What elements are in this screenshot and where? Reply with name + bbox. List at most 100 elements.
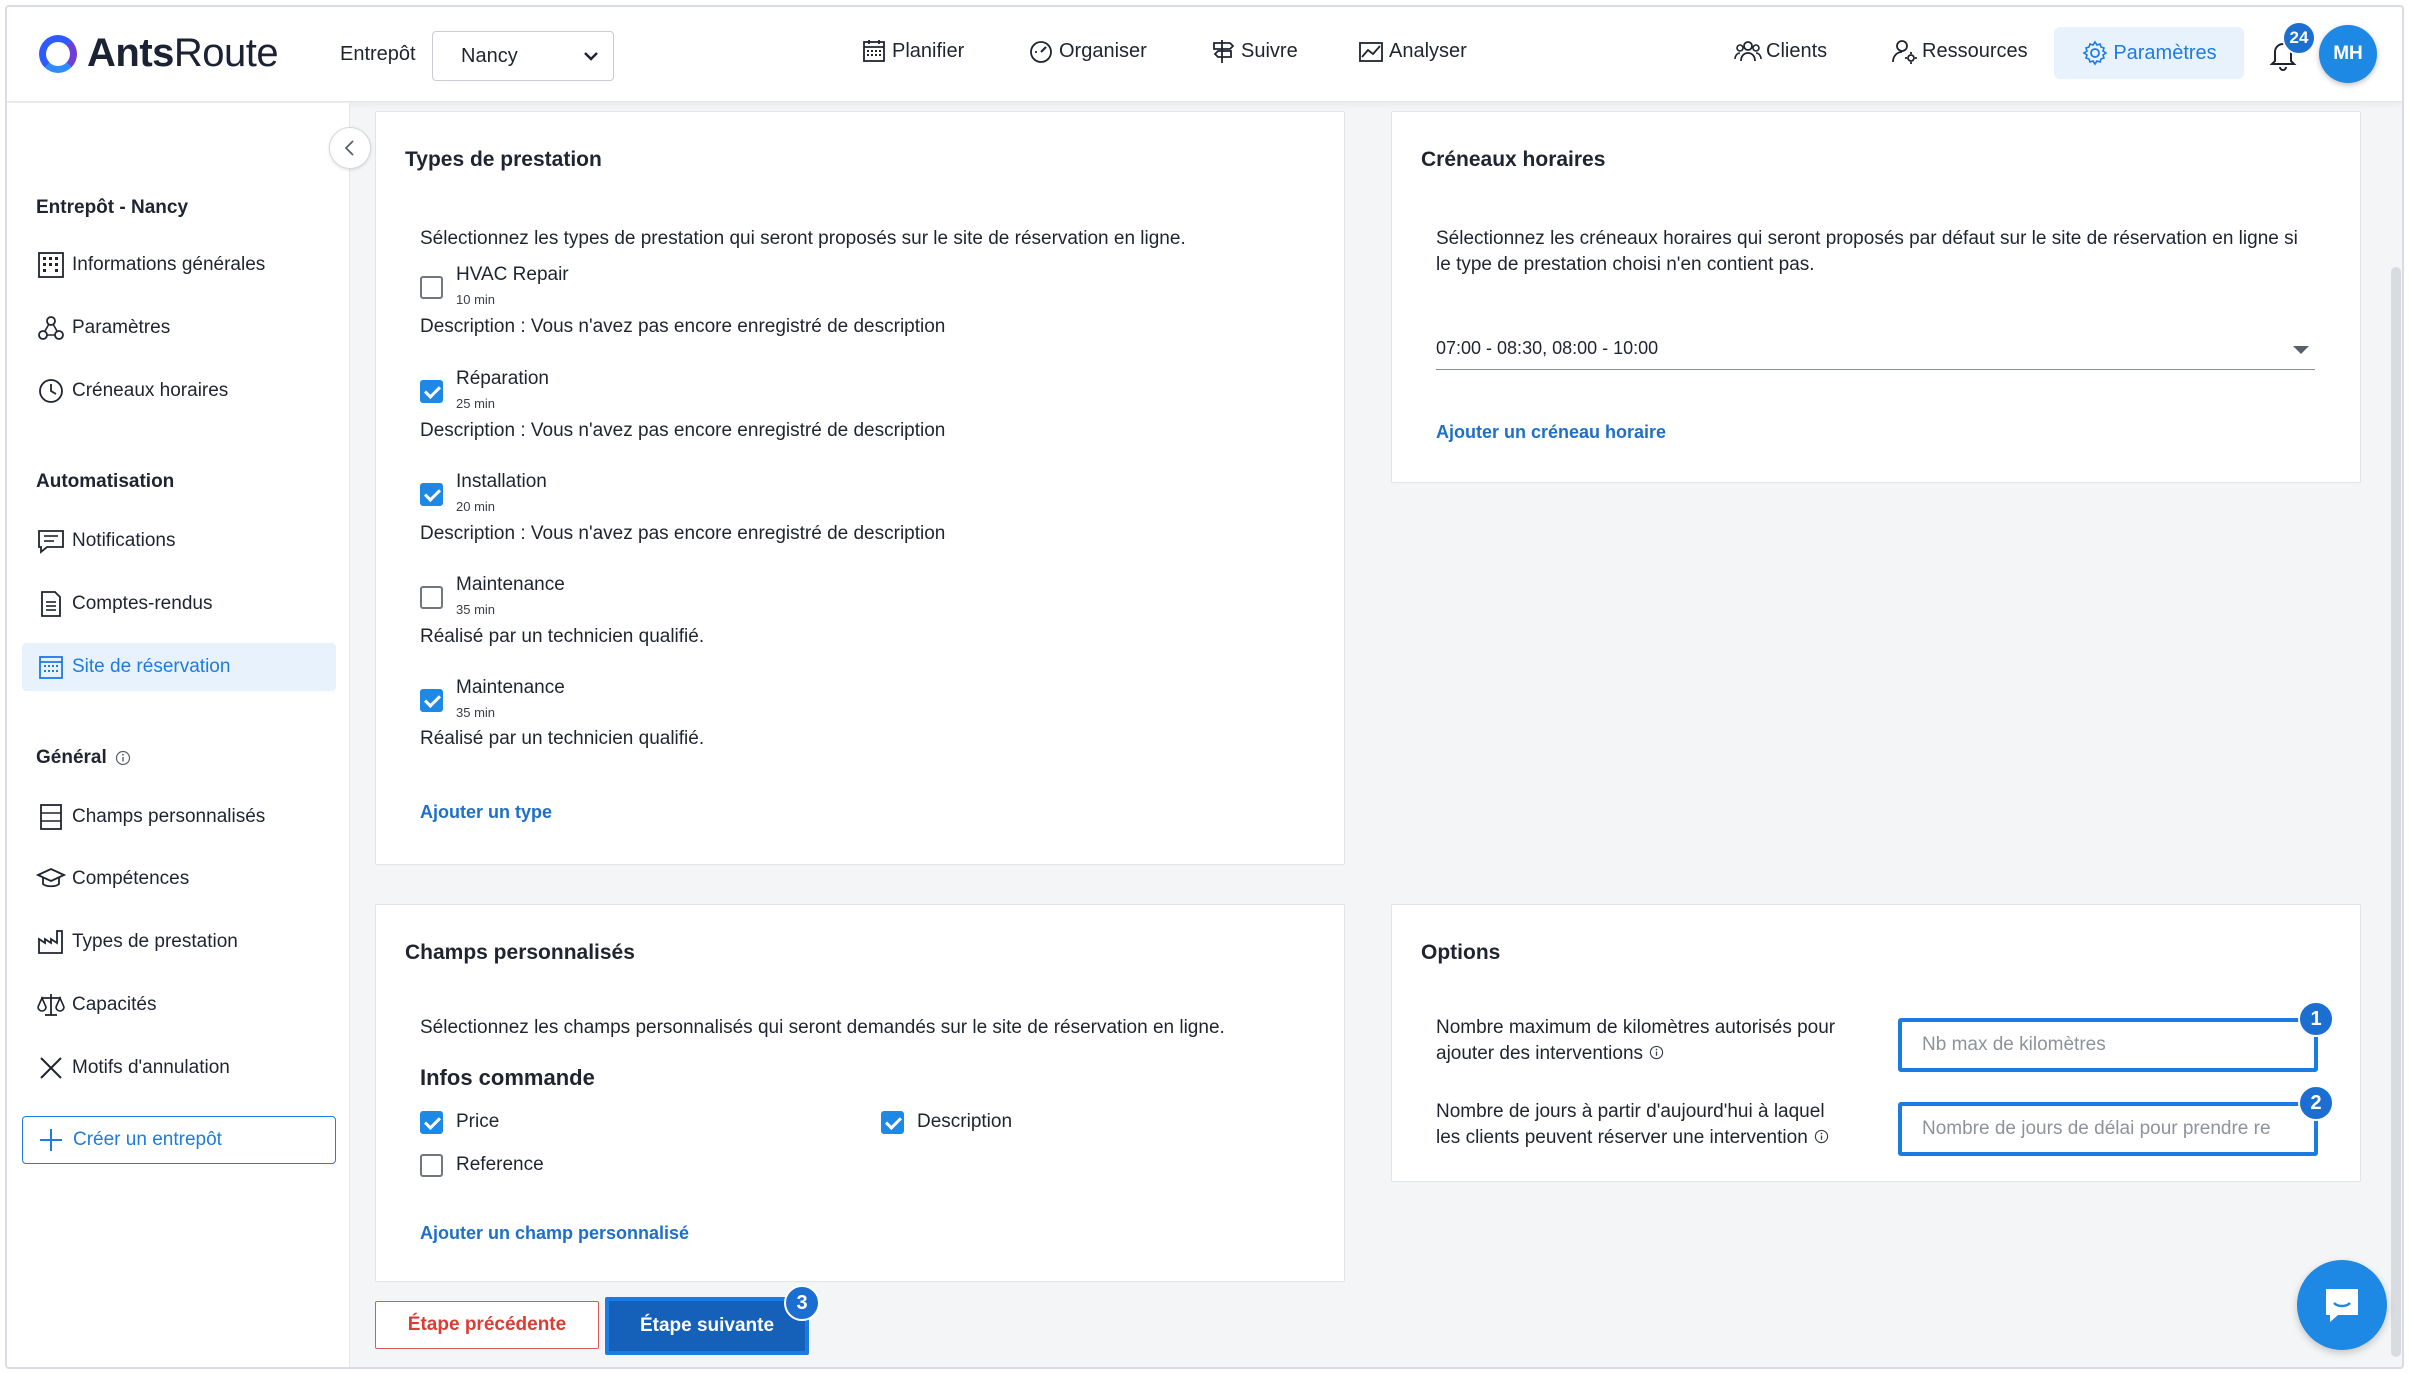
sidebar-item-label: Comptes-rendus xyxy=(72,593,213,614)
service-checkbox-maintenance-1[interactable] xyxy=(420,586,443,609)
collapse-sidebar-button[interactable] xyxy=(329,127,371,169)
nav-label: Suivre xyxy=(1241,39,1298,62)
service-name: Réparation xyxy=(456,368,549,389)
chat-icon xyxy=(2326,1289,2358,1322)
max-km-input[interactable] xyxy=(1898,1018,2318,1072)
field-checkbox-description[interactable] xyxy=(881,1111,904,1134)
sidebar-item-capacities[interactable]: Capacités xyxy=(22,981,336,1029)
chat-button[interactable] xyxy=(2297,1260,2387,1350)
sidebar-item-skills[interactable]: Compétences xyxy=(22,855,336,903)
next-step-button[interactable]: Étape suivante xyxy=(605,1297,809,1355)
service-checkbox-installation[interactable] xyxy=(420,483,443,506)
sidebar-item-label: Types de prestation xyxy=(72,931,238,952)
sidebar-item-booking-site[interactable]: Site de réservation xyxy=(22,643,336,691)
app-window: AntsRoute Entrepôt Nancy Planifier Organ… xyxy=(5,5,2404,1369)
field-checkbox-reference[interactable] xyxy=(420,1154,443,1177)
step-badge-1: 1 xyxy=(2298,1001,2334,1037)
service-duration: 20 min xyxy=(456,499,496,514)
nav-planifier[interactable]: Planifier xyxy=(860,37,964,65)
info-icon[interactable] xyxy=(115,750,131,766)
chevron-down-icon xyxy=(584,52,598,61)
top-bar: AntsRoute Entrepôt Nancy Planifier Organ… xyxy=(7,7,2402,102)
sidebar-item-reports[interactable]: Comptes-rendus xyxy=(22,580,336,628)
scale-icon xyxy=(37,994,65,1016)
nav-clients[interactable]: Clients xyxy=(1734,37,1827,65)
field-checkbox-price[interactable] xyxy=(420,1111,443,1134)
dropdown-arrow-icon xyxy=(2293,346,2309,354)
time-slots-card: Créneaux horaires Sélectionnez les créne… xyxy=(1391,111,2361,483)
step-badge-3: 3 xyxy=(784,1285,820,1321)
gear-icon xyxy=(2082,40,2108,66)
field-label: Price xyxy=(456,1111,500,1132)
service-description: Réalisé par un technicien qualifié. xyxy=(420,728,705,749)
sidebar-item-label: Paramètres xyxy=(72,317,171,338)
nav-label: Analyser xyxy=(1389,39,1467,62)
sidebar-item-label: Site de réservation xyxy=(72,656,231,677)
booking-days-label-line: Nombre de jours à partir d'aujourd'hui à… xyxy=(1436,1101,1825,1122)
time-slots-select[interactable]: 07:00 - 08:30, 08:00 - 10:00 xyxy=(1436,330,2315,370)
nav-suivre[interactable]: Suivre xyxy=(1209,37,1298,65)
add-time-slot-link[interactable]: Ajouter un créneau horaire xyxy=(1436,422,1666,443)
service-description: Description : Vous n'avez pas encore enr… xyxy=(420,420,946,441)
info-icon[interactable] xyxy=(1814,1129,1829,1144)
nav-label: Organiser xyxy=(1059,39,1147,62)
service-name: Maintenance xyxy=(456,574,565,595)
sidebar-item-general-info[interactable]: Informations générales xyxy=(22,241,336,289)
nav-analyser[interactable]: Analyser xyxy=(1357,37,1467,65)
service-duration: 10 min xyxy=(456,292,496,307)
service-description: Réalisé par un technicien qualifié. xyxy=(420,626,705,647)
field-label: Description xyxy=(917,1111,1013,1132)
nav-label: Clients xyxy=(1766,39,1828,62)
resource-icon xyxy=(1892,40,1917,64)
add-custom-field-link[interactable]: Ajouter un champ personnalisé xyxy=(420,1223,689,1244)
warehouse-select[interactable]: Nancy xyxy=(432,31,614,81)
network-icon xyxy=(38,316,64,340)
notification-badge: 24 xyxy=(2282,21,2316,55)
service-checkbox-maintenance-2[interactable] xyxy=(420,689,443,712)
service-types-card: Types de prestation Sélectionnez les typ… xyxy=(375,111,1345,865)
users-icon xyxy=(1734,41,1762,62)
avatar[interactable]: MH xyxy=(2319,25,2377,83)
app-logo[interactable]: AntsRoute xyxy=(39,31,279,76)
custom-fields-group-title: Infos commande xyxy=(420,1065,595,1090)
sidebar-item-notifications[interactable]: Notifications xyxy=(22,517,336,565)
service-description: Description : Vous n'avez pas encore enr… xyxy=(420,316,946,337)
logo-mark-icon xyxy=(39,34,77,73)
sidebar-item-service-types[interactable]: Types de prestation xyxy=(22,918,336,966)
chevron-left-icon xyxy=(344,140,354,156)
sidebar-item-custom-fields[interactable]: Champs personnalisés xyxy=(22,793,336,841)
max-km-label: Nombre maximum de kilomètres autorisés p… xyxy=(1436,1015,1835,1067)
info-icon[interactable] xyxy=(1649,1045,1664,1060)
clock-icon xyxy=(39,379,63,403)
service-name: Installation xyxy=(456,471,547,492)
nav-organiser[interactable]: Organiser xyxy=(1027,37,1147,65)
scrollbar[interactable] xyxy=(2391,267,2401,1357)
add-service-type-link[interactable]: Ajouter un type xyxy=(420,802,552,823)
list-icon xyxy=(40,804,62,830)
graduation-cap-icon xyxy=(36,868,66,888)
nav-ressources[interactable]: Ressources xyxy=(1890,37,2028,65)
sidebar-item-label: Informations générales xyxy=(72,254,266,275)
card-title: Créneaux horaires xyxy=(1421,148,1606,171)
booking-days-input[interactable] xyxy=(1898,1102,2318,1156)
sidebar-item-time-slots[interactable]: Créneaux horaires xyxy=(22,367,336,415)
previous-step-button[interactable]: Étape précédente xyxy=(375,1301,599,1349)
service-checkbox-hvac[interactable] xyxy=(420,276,443,299)
service-checkbox-reparation[interactable] xyxy=(420,380,443,403)
create-warehouse-button[interactable]: Créer un entrepôt xyxy=(22,1116,336,1164)
card-title: Types de prestation xyxy=(405,148,602,171)
sidebar-item-parametres[interactable]: Paramètres xyxy=(22,304,336,352)
sidebar-item-label: Capacités xyxy=(72,994,157,1015)
document-icon xyxy=(41,591,61,617)
sidebar-item-cancel-reasons[interactable]: Motifs d'annulation xyxy=(22,1044,336,1092)
sidebar-section-automation: Automatisation xyxy=(36,471,175,492)
nav-parametres[interactable]: Paramètres xyxy=(2054,27,2244,79)
service-duration: 25 min xyxy=(456,396,496,411)
nav-label: Ressources xyxy=(1922,39,2028,62)
sidebar-section-warehouse: Entrepôt - Nancy xyxy=(36,197,189,218)
sidebar-section-general: Général xyxy=(36,747,131,769)
sidebar-item-label: Champs personnalisés xyxy=(72,806,266,827)
service-name: Maintenance xyxy=(456,677,565,698)
plus-icon xyxy=(40,1129,62,1151)
sidebar-item-label: Créneaux horaires xyxy=(72,380,229,401)
